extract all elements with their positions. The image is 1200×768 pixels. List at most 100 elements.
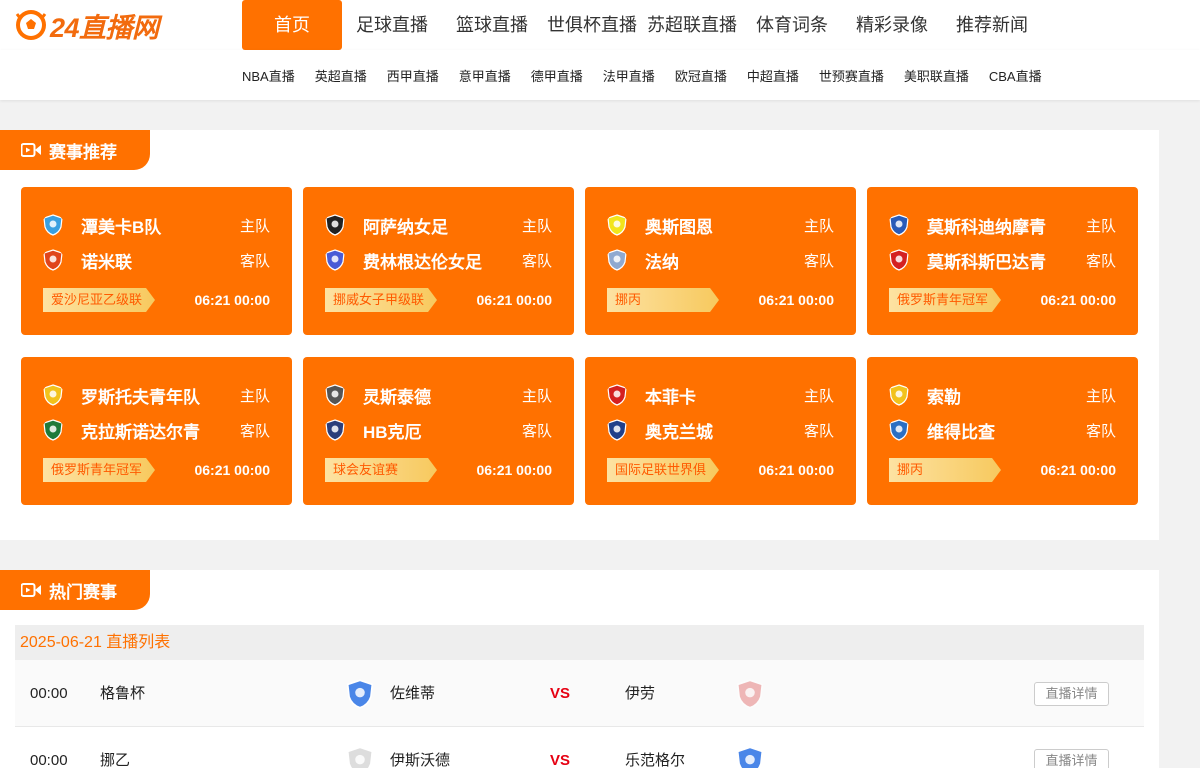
schedule-away-team[interactable]: 伊劳 xyxy=(625,660,655,727)
home-team-row: 莫斯科迪纳摩青 主队 xyxy=(888,213,1116,237)
subnav-item-9[interactable]: 美职联直播 xyxy=(904,66,969,85)
subnav-item-4[interactable]: 德甲直播 xyxy=(531,66,583,85)
nav-item-0[interactable]: 首页 xyxy=(242,0,342,50)
schedule-home-team[interactable]: 伊斯沃德 xyxy=(390,727,450,768)
away-team-name[interactable]: HB克厄 xyxy=(363,418,522,443)
nav-item-3[interactable]: 世俱杯直播 xyxy=(542,0,642,50)
home-team-tag: 主队 xyxy=(1085,217,1116,235)
home-team-tag: 主队 xyxy=(521,387,552,405)
league-badge[interactable]: 俄罗斯青年冠军 xyxy=(889,288,1001,312)
subnav-item-2[interactable]: 西甲直播 xyxy=(387,66,439,85)
home-team-row: 索勒 主队 xyxy=(888,383,1116,407)
match-card[interactable]: 莫斯科迪纳摩青 主队 莫斯科斯巴达青 客队 俄罗斯青年冠军 06:21 00:00 xyxy=(867,187,1138,335)
home-team-name[interactable]: 奥斯图恩 xyxy=(645,213,804,238)
subnav-item-6[interactable]: 欧冠直播 xyxy=(675,66,727,85)
club-crest-icon xyxy=(607,419,627,441)
away-team-row: 诺米联 客队 xyxy=(42,248,270,272)
league-badge[interactable]: 挪威女子甲级联 xyxy=(325,288,437,312)
schedule-time: 00:00 xyxy=(30,685,68,702)
match-time: 06:21 00:00 xyxy=(758,292,834,308)
subnav-item-1[interactable]: 英超直播 xyxy=(315,66,367,85)
schedule-home-team[interactable]: 佐维蒂 xyxy=(390,660,435,727)
schedule-row: 00:00 格鲁杯 佐维蒂 VS 伊劳 直播详情 xyxy=(15,660,1144,727)
away-team-name[interactable]: 克拉斯诺达尔青 xyxy=(81,418,240,443)
nav-item-4[interactable]: 苏超联直播 xyxy=(642,0,742,50)
home-team-name[interactable]: 罗斯托夫青年队 xyxy=(81,383,240,408)
home-team-name[interactable]: 莫斯科迪纳摩青 xyxy=(927,213,1086,238)
club-crest-icon xyxy=(325,249,345,271)
home-team-name[interactable]: 阿萨纳女足 xyxy=(363,213,522,238)
away-team-name[interactable]: 维得比查 xyxy=(927,418,1086,443)
away-team-name[interactable]: 奥克兰城 xyxy=(645,418,804,443)
club-crest-icon xyxy=(889,419,909,441)
subnav-item-8[interactable]: 世预赛直播 xyxy=(819,66,884,85)
match-card-footer: 挪威女子甲级联 06:21 00:00 xyxy=(325,288,552,312)
away-team-tag: 客队 xyxy=(521,422,552,440)
soccer-ball-logo-icon xyxy=(15,10,47,40)
subnav-item-10[interactable]: CBA直播 xyxy=(989,66,1042,85)
match-time: 06:21 00:00 xyxy=(1040,462,1116,478)
home-team-row: 罗斯托夫青年队 主队 xyxy=(42,383,270,407)
home-team-row: 潭美卡B队 主队 xyxy=(42,213,270,237)
league-badge[interactable]: 球会友谊赛 xyxy=(325,458,437,482)
league-badge[interactable]: 爱沙尼亚乙级联 xyxy=(43,288,155,312)
away-team-tag: 客队 xyxy=(521,252,552,270)
subnav-item-3[interactable]: 意甲直播 xyxy=(459,66,511,85)
away-team-tag: 客队 xyxy=(239,252,270,270)
home-team-name[interactable]: 索勒 xyxy=(927,383,1086,408)
live-detail-button[interactable]: 直播详情 xyxy=(1034,749,1109,768)
league-badge[interactable]: 挪丙 xyxy=(889,458,1001,482)
subnav-item-0[interactable]: NBA直播 xyxy=(242,66,295,85)
subnav-item-7[interactable]: 中超直播 xyxy=(747,66,799,85)
nav-item-7[interactable]: 推荐新闻 xyxy=(942,0,1042,50)
nav-item-6[interactable]: 精彩录像 xyxy=(842,0,942,50)
away-team-name[interactable]: 法纳 xyxy=(645,248,804,273)
match-card[interactable]: 阿萨纳女足 主队费林根达伦女足 客队挪威女子甲级联 06:21 00:00 xyxy=(303,187,574,335)
home-team-name[interactable]: 本菲卡 xyxy=(645,383,804,408)
home-team-name[interactable]: 灵斯泰德 xyxy=(363,383,522,408)
home-team-name[interactable]: 潭美卡B队 xyxy=(81,213,240,238)
league-badge[interactable]: 俄罗斯青年冠军 xyxy=(43,458,155,482)
schedule-league[interactable]: 格鲁杯 xyxy=(100,660,145,727)
schedule-away-team[interactable]: 乐范格尔 xyxy=(625,727,685,768)
vs-label: VS xyxy=(550,685,571,702)
away-team-name[interactable]: 费林根达伦女足 xyxy=(363,248,522,273)
club-crest-icon xyxy=(325,384,345,406)
home-team-tag: 主队 xyxy=(239,387,270,405)
home-team-badge-icon xyxy=(346,746,374,768)
main-nav: 首页 足球直播 篮球直播 世俱杯直播 苏超联直播 体育词条 精彩录像 推荐新闻 xyxy=(242,0,1042,50)
away-team-row: 奥克兰城 客队 xyxy=(606,418,834,442)
away-team-tag: 客队 xyxy=(803,252,834,270)
away-team-row: 法纳 客队 xyxy=(606,248,834,272)
match-card-footer: 挪丙 06:21 00:00 xyxy=(889,458,1116,482)
live-detail-button[interactable]: 直播详情 xyxy=(1034,682,1109,706)
away-team-name[interactable]: 诺米联 xyxy=(81,248,240,273)
match-card-footer: 挪丙 06:21 00:00 xyxy=(607,288,834,312)
site-logo[interactable]: 24直播网 xyxy=(14,8,159,43)
match-card[interactable]: 本菲卡 主队 奥克兰城 客队 国际足联世界俱 06:21 00:00 xyxy=(585,357,856,505)
section-title: 赛事推荐 xyxy=(49,142,117,162)
nav-item-5[interactable]: 体育词条 xyxy=(742,0,842,50)
away-team-name[interactable]: 莫斯科斯巴达青 xyxy=(927,248,1086,273)
match-card-footer: 球会友谊赛 06:21 00:00 xyxy=(325,458,552,482)
league-badge[interactable]: 挪丙 xyxy=(607,288,719,312)
away-team-badge-icon xyxy=(736,746,764,768)
home-team-tag: 主队 xyxy=(521,217,552,235)
match-card[interactable]: 罗斯托夫青年队 主队 克拉斯诺达尔青 客队 俄罗斯青年冠军 06:21 00:00 xyxy=(21,357,292,505)
nav-item-1[interactable]: 足球直播 xyxy=(342,0,442,50)
match-card[interactable]: 潭美卡B队 主队 诺米联 客队 爱沙尼亚乙级联 06:21 00:00 xyxy=(21,187,292,335)
club-crest-icon xyxy=(43,214,63,236)
hot-matches-section: 热门赛事 2025-06-21 直播列表 00:00 格鲁杯 佐维蒂 VS 伊劳 直播详情… xyxy=(0,570,1159,768)
home-team-tag: 主队 xyxy=(803,387,834,405)
match-card[interactable]: 索勒 主队 维得比查 客队 挪丙 06:21 00:00 xyxy=(867,357,1138,505)
away-team-row: 克拉斯诺达尔青 客队 xyxy=(42,418,270,442)
away-team-tag: 客队 xyxy=(239,422,270,440)
schedule-league[interactable]: 挪乙 xyxy=(100,727,130,768)
sub-header: NBA直播 英超直播 西甲直播 意甲直播 德甲直播 法甲直播 欧冠直播 中超直播 世预赛直播 美职… xyxy=(0,50,1200,100)
nav-item-2[interactable]: 篮球直播 xyxy=(442,0,542,50)
match-card[interactable]: 奥斯图恩 主队 法纳 客队 挪丙 06:21 00:00 xyxy=(585,187,856,335)
match-card[interactable]: 灵斯泰德 主队 HB克厄 客队 球会友谊赛 06:21 00:00 xyxy=(303,357,574,505)
away-team-row: HB克厄 客队 xyxy=(324,418,552,442)
league-badge[interactable]: 国际足联世界俱 xyxy=(607,458,719,482)
subnav-item-5[interactable]: 法甲直播 xyxy=(603,66,655,85)
